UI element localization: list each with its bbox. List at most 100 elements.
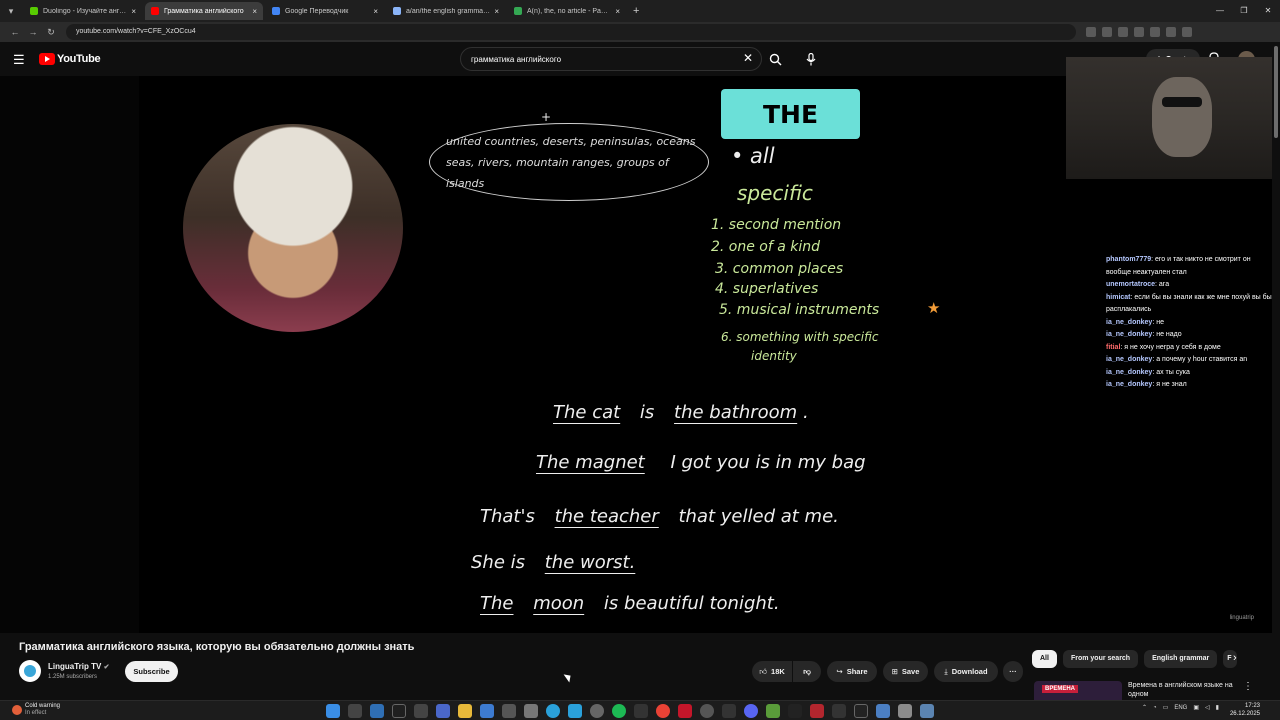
app-icon[interactable] — [678, 704, 692, 718]
url-field[interactable]: youtube.com/watch?v=CFE_XzOCcu4 — [66, 24, 1076, 40]
maximize-icon[interactable]: ❐ — [1232, 0, 1256, 22]
app-icon[interactable] — [788, 704, 802, 718]
bullet-all: • all — [731, 144, 775, 168]
search-box: ✕ — [460, 47, 762, 71]
app-icon[interactable] — [810, 704, 824, 718]
star-icon: ★ — [927, 299, 941, 317]
tab-title: A(n), the, no article - Page 3 of — [527, 7, 611, 15]
more-icon: ··· — [1009, 667, 1017, 676]
search-button[interactable] — [762, 47, 788, 71]
clear-icon[interactable]: ✕ — [743, 51, 753, 65]
network-icon[interactable]: ▣ — [1193, 704, 1199, 711]
chip-from-your-search[interactable]: From your search — [1062, 650, 1139, 668]
app-icon[interactable] — [524, 704, 538, 718]
close-icon[interactable]: × — [373, 7, 378, 16]
rule-item: identity — [751, 349, 797, 363]
menu-icon[interactable]: ☰ — [13, 52, 25, 68]
app-icon[interactable] — [634, 704, 648, 718]
app-icon[interactable] — [480, 704, 494, 718]
close-icon[interactable]: × — [494, 7, 499, 16]
back-icon[interactable]: ← — [6, 27, 24, 37]
tab-title: Грамматика английского — [164, 7, 244, 15]
browser-tab[interactable]: a/an/the english grammar gam × — [387, 2, 505, 20]
chrome-icon[interactable] — [656, 704, 670, 718]
rule-item: 2. one of a kind — [711, 239, 821, 255]
reload-icon[interactable]: ↻ — [42, 27, 60, 38]
weather-widget[interactable]: Cold warning In effect — [12, 703, 60, 717]
app-icon[interactable] — [502, 704, 516, 718]
sentence-part: The — [480, 593, 514, 614]
windows-start-icon[interactable] — [326, 704, 340, 718]
discord-icon[interactable] — [744, 704, 758, 718]
kebab-menu-icon[interactable]: ⋮ — [1243, 681, 1253, 692]
terminal-icon[interactable] — [854, 704, 868, 718]
close-icon[interactable]: × — [252, 7, 257, 16]
sentence-part: The cat — [553, 402, 621, 423]
chip-all[interactable]: All — [1032, 650, 1057, 668]
extension-icon[interactable] — [1150, 27, 1160, 37]
search-input[interactable] — [471, 48, 731, 70]
logo-text: YouTube — [57, 53, 101, 65]
close-window-icon[interactable]: ✕ — [1256, 0, 1280, 22]
close-icon[interactable]: × — [615, 7, 620, 16]
browser-tab[interactable]: Грамматика английского × — [145, 2, 263, 20]
browser-tab[interactable]: Duolingo - Изучайте английск× — [24, 2, 142, 20]
app-icon[interactable] — [392, 704, 406, 718]
telegram-icon[interactable] — [546, 704, 560, 718]
more-actions-button[interactable]: ··· — [1003, 661, 1023, 682]
app-icon[interactable] — [436, 704, 450, 718]
minimize-icon[interactable]: — — [1208, 0, 1232, 22]
recommended-thumbnail[interactable]: ВРЕМЕНА — [1034, 681, 1122, 700]
browser-menu-icon[interactable] — [1182, 27, 1192, 37]
chip-english-grammar[interactable]: English grammar — [1144, 650, 1218, 668]
browser-tab[interactable]: Google Переводчик × — [266, 2, 384, 20]
power-icon[interactable]: ▮ — [1216, 704, 1219, 711]
tab-search-icon[interactable]: ▾ — [4, 4, 18, 18]
tray-chevron-icon[interactable]: ⌃ — [1142, 704, 1147, 711]
chevron-right-icon[interactable]: › — [1233, 652, 1237, 664]
download-button[interactable]: ⤓ Download — [934, 661, 998, 682]
profile-icon[interactable] — [1166, 27, 1176, 37]
battery-icon[interactable]: ▭ — [1163, 704, 1169, 711]
share-button[interactable]: ↪ Share — [827, 661, 877, 682]
app-icon[interactable] — [568, 704, 582, 718]
spotify-icon[interactable] — [612, 704, 626, 718]
browser-tab[interactable]: A(n), the, no article - Page 3 of × — [508, 2, 626, 20]
language-indicator[interactable]: ENG — [1174, 705, 1187, 711]
bookmark-icon[interactable] — [1118, 27, 1128, 37]
channel-name[interactable]: LinguaTrip TV ✔ — [48, 662, 109, 671]
dislike-button[interactable]: 👎︎ — [793, 661, 821, 682]
app-icon[interactable] — [876, 704, 890, 718]
app-icon[interactable] — [832, 704, 846, 718]
subscribe-button[interactable]: Subscribe — [125, 661, 178, 682]
taskbar-clock[interactable]: 17:23 26.12.2025 — [1230, 703, 1260, 718]
like-button[interactable]: 👍︎ 18K — [752, 661, 792, 682]
save-button[interactable]: ⊞ Save — [883, 661, 928, 682]
cast-icon[interactable] — [1102, 27, 1112, 37]
app-icon[interactable] — [920, 704, 934, 718]
settings-icon[interactable] — [590, 704, 604, 718]
task-view-icon[interactable] — [370, 704, 384, 718]
forward-icon[interactable]: → — [24, 27, 42, 37]
close-icon[interactable]: × — [131, 7, 136, 16]
volume-icon[interactable]: ◁ — [1205, 704, 1210, 711]
voice-search-button[interactable] — [800, 47, 822, 71]
zoom-icon[interactable] — [1086, 27, 1096, 37]
folder-icon[interactable] — [458, 704, 472, 718]
search-icon[interactable] — [348, 704, 362, 718]
app-icon[interactable] — [898, 704, 912, 718]
app-icon[interactable] — [700, 704, 714, 718]
page-scrollbar[interactable] — [1272, 42, 1280, 702]
recommended-title[interactable]: Времена в английском языке на одном — [1128, 681, 1238, 700]
youtube-logo[interactable]: YouTube — [39, 53, 101, 65]
presenter-webcam — [183, 124, 403, 332]
extension-icon[interactable] — [1134, 27, 1144, 37]
app-icon[interactable] — [414, 704, 428, 718]
new-tab-icon[interactable]: + — [633, 5, 639, 17]
chat-user: phantom7779 — [1106, 256, 1152, 263]
app-icon[interactable] — [722, 704, 736, 718]
minecraft-icon[interactable] — [766, 704, 780, 718]
wifi-icon[interactable]: ◔ — [1153, 705, 1157, 711]
scrollbar-thumb[interactable] — [1274, 46, 1278, 138]
channel-avatar[interactable] — [19, 660, 41, 682]
